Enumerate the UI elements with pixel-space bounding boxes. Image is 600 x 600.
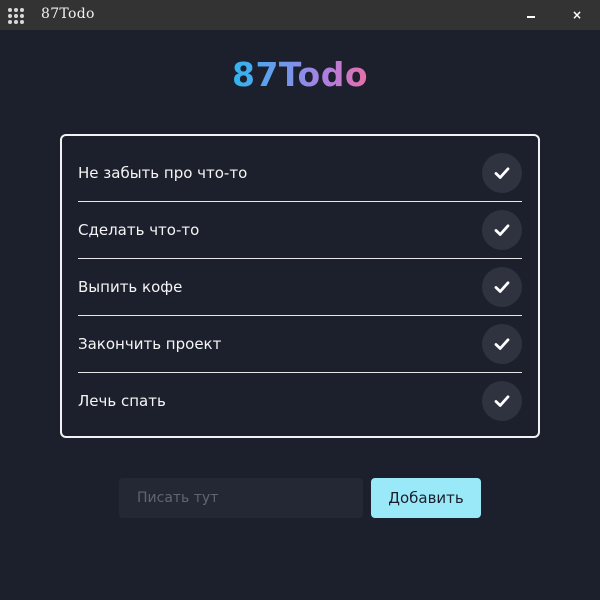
complete-todo-button[interactable] (482, 153, 522, 193)
logo-text: 87Todo (231, 55, 368, 94)
complete-todo-button[interactable] (482, 210, 522, 250)
complete-todo-button[interactable] (482, 267, 522, 307)
close-button[interactable]: × (554, 0, 600, 30)
complete-todo-button[interactable] (482, 324, 522, 364)
todo-label: Лечь спать (78, 392, 166, 410)
app-window: 87Todo × 87Todo Не забыть про что-то Сде… (0, 0, 600, 600)
check-icon (494, 281, 510, 293)
app-logo: 87Todo (0, 54, 600, 96)
todo-item: Лечь спать (78, 373, 522, 429)
todo-item: Выпить кофе (78, 259, 522, 316)
minimize-icon (527, 16, 535, 18)
app-grid-icon[interactable] (8, 8, 24, 24)
todo-label: Выпить кофе (78, 278, 183, 296)
title-bar: 87Todo × (0, 0, 600, 30)
todo-item: Закончить проект (78, 316, 522, 373)
check-icon (494, 395, 510, 407)
todo-label: Закончить проект (78, 335, 222, 353)
check-icon (494, 338, 510, 350)
window-title: 87Todo (41, 6, 95, 22)
todo-label: Сделать что-то (78, 221, 200, 239)
todo-item: Сделать что-то (78, 202, 522, 259)
close-icon: × (571, 8, 583, 22)
minimize-button[interactable] (508, 0, 554, 30)
todo-item: Не забыть про что-то (78, 145, 522, 202)
complete-todo-button[interactable] (482, 381, 522, 421)
todo-label: Не забыть про что-то (78, 164, 248, 182)
todo-list-card: Не забыть про что-то Сделать что-то Выпи… (60, 134, 540, 438)
todo-list: Не забыть про что-то Сделать что-то Выпи… (78, 145, 522, 429)
new-todo-input[interactable] (119, 478, 363, 518)
check-icon (494, 167, 510, 179)
add-todo-button[interactable]: Добавить (371, 478, 481, 518)
check-icon (494, 224, 510, 236)
